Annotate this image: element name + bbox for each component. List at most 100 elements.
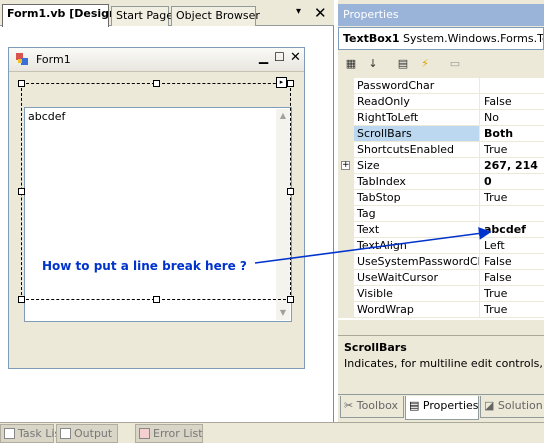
property-value[interactable]: Left (480, 238, 544, 254)
property-row[interactable]: PasswordChar (338, 78, 544, 94)
property-value[interactable]: abcdef (480, 222, 544, 238)
property-value[interactable] (480, 78, 544, 94)
property-name[interactable]: Visible (354, 286, 480, 302)
properties-title: Properties (338, 4, 544, 26)
property-value[interactable]: False (480, 254, 544, 270)
tab-error-list[interactable]: Error List (135, 424, 203, 443)
object-name: TextBox1 (343, 32, 400, 45)
property-value[interactable]: True (480, 302, 544, 318)
property-name[interactable]: ShortcutsEnabled (354, 142, 480, 158)
tab-label: Solution (497, 399, 543, 412)
row-margin: + (338, 158, 354, 174)
textbox-scrollbar[interactable]: ▲ ▼ (276, 109, 290, 320)
scroll-up-icon[interactable]: ▲ (276, 109, 290, 123)
panel-tabstrip: ✂ Toolbox ▤ Properties ◪ Solution (338, 394, 544, 422)
property-name[interactable]: TextAlign (354, 238, 480, 254)
annotation-text: How to put a line break here ? (42, 259, 247, 273)
tab-properties[interactable]: ▤ Properties (405, 396, 479, 420)
smart-tag-icon[interactable]: ▸ (276, 77, 287, 88)
properties-panel: Properties TextBox1 System.Windows.Forms… (338, 0, 544, 422)
tab-task-list[interactable]: Task List (0, 424, 64, 443)
property-row[interactable]: TabIndex 0 (338, 174, 544, 190)
property-name[interactable]: Text (354, 222, 480, 238)
property-value[interactable]: 0 (480, 174, 544, 190)
description-title: ScrollBars (344, 341, 407, 354)
property-name[interactable]: ScrollBars (354, 126, 480, 142)
row-margin (338, 78, 354, 94)
property-row[interactable]: ShortcutsEnabled True (338, 142, 544, 158)
property-name[interactable]: Tag (354, 206, 480, 222)
property-row[interactable]: Text abcdef (338, 222, 544, 238)
property-row[interactable]: Visible True (338, 286, 544, 302)
alphabetical-icon[interactable]: ↓ (364, 55, 382, 72)
property-row[interactable]: TextAlign Left (338, 238, 544, 254)
property-name[interactable]: UseWaitCursor (354, 270, 480, 286)
tab-form1-design[interactable]: Form1.vb [Design]* (2, 4, 128, 27)
property-row[interactable]: Tag (338, 206, 544, 222)
property-value[interactable]: True (480, 286, 544, 302)
form-body: abcdef ▲ ▼ (9, 72, 304, 368)
property-name[interactable]: Size (354, 158, 480, 174)
tab-start-page[interactable]: Start Page (111, 6, 173, 26)
property-value[interactable]: Both (480, 126, 544, 142)
property-name[interactable]: ReadOnly (354, 94, 480, 110)
tab-close-icon[interactable]: ✕ (314, 4, 327, 22)
row-margin (338, 270, 354, 286)
property-value[interactable]: True (480, 142, 544, 158)
row-margin (338, 302, 354, 318)
form1-window[interactable]: Form1 ▁ ☐ ✕ abcdef ▲ ▼ (8, 47, 305, 369)
row-margin (338, 190, 354, 206)
tab-toolbox[interactable]: ✂ Toolbox (340, 396, 404, 418)
object-type: System.Windows.Forms.TextB (403, 32, 543, 45)
scroll-down-icon[interactable]: ▼ (276, 306, 290, 320)
property-value[interactable]: 267, 214 (480, 158, 544, 174)
tab-solution-explorer[interactable]: ◪ Solution (480, 396, 544, 418)
property-value[interactable] (480, 206, 544, 222)
designer-pane: Form1.vb [Design]* Start Page Object Bro… (0, 0, 334, 422)
property-row[interactable]: RightToLeft No (338, 110, 544, 126)
property-value[interactable]: No (480, 110, 544, 126)
property-row[interactable]: UseWaitCursor False (338, 270, 544, 286)
close-icon[interactable]: ✕ (288, 51, 303, 66)
bottom-tool-tabs: Task List Output Error List (0, 422, 544, 443)
form-title: Form1 (36, 53, 71, 66)
maximize-icon[interactable]: ☐ (272, 51, 287, 66)
property-pages-icon[interactable]: ▭ (446, 55, 464, 72)
row-margin (338, 254, 354, 270)
property-value[interactable]: True (480, 190, 544, 206)
expand-icon[interactable]: + (341, 161, 350, 170)
tab-label: Toolbox (356, 399, 398, 412)
toolbox-icon: ✂ (344, 399, 354, 412)
form-titlebar[interactable]: Form1 ▁ ☐ ✕ (9, 48, 304, 72)
object-selector[interactable]: TextBox1 System.Windows.Forms.TextB (338, 27, 544, 50)
property-row[interactable]: UseSystemPasswordCharFalse (338, 254, 544, 270)
solution-icon: ◪ (484, 399, 495, 412)
textbox1[interactable]: abcdef ▲ ▼ (24, 107, 292, 322)
property-row[interactable]: TabStop True (338, 190, 544, 206)
property-name[interactable]: UseSystemPasswordChar (354, 254, 480, 270)
properties-tab-icon: ▤ (409, 399, 420, 412)
categorized-icon[interactable]: ▦ (342, 55, 360, 72)
property-name[interactable]: RightToLeft (354, 110, 480, 126)
property-name[interactable]: TabStop (354, 190, 480, 206)
tab-output[interactable]: Output (56, 424, 118, 443)
minimize-icon[interactable]: ▁ (256, 51, 271, 66)
property-row[interactable]: + Size 267, 214 (338, 158, 544, 174)
property-name[interactable]: TabIndex (354, 174, 480, 190)
tab-object-browser[interactable]: Object Browser (171, 6, 260, 26)
tab-dropdown-icon[interactable]: ▾ (296, 6, 301, 17)
tab-label: Properties (422, 399, 479, 412)
property-name[interactable]: WordWrap (354, 302, 480, 318)
events-icon[interactable]: ⚡ (416, 55, 434, 72)
property-name[interactable]: PasswordChar (354, 78, 480, 94)
property-value[interactable]: False (480, 94, 544, 110)
row-margin (338, 142, 354, 158)
property-row[interactable]: ScrollBars Both (338, 126, 544, 142)
properties-icon[interactable]: ▤ (394, 55, 412, 72)
property-grid: PasswordChar ReadOnly False RightToLeft No Sc… (338, 78, 544, 320)
property-row[interactable]: ReadOnly False (338, 94, 544, 110)
tab-label: Error List (153, 427, 203, 440)
property-value[interactable]: False (480, 270, 544, 286)
property-row[interactable]: WordWrap True (338, 302, 544, 318)
row-margin (338, 126, 354, 142)
